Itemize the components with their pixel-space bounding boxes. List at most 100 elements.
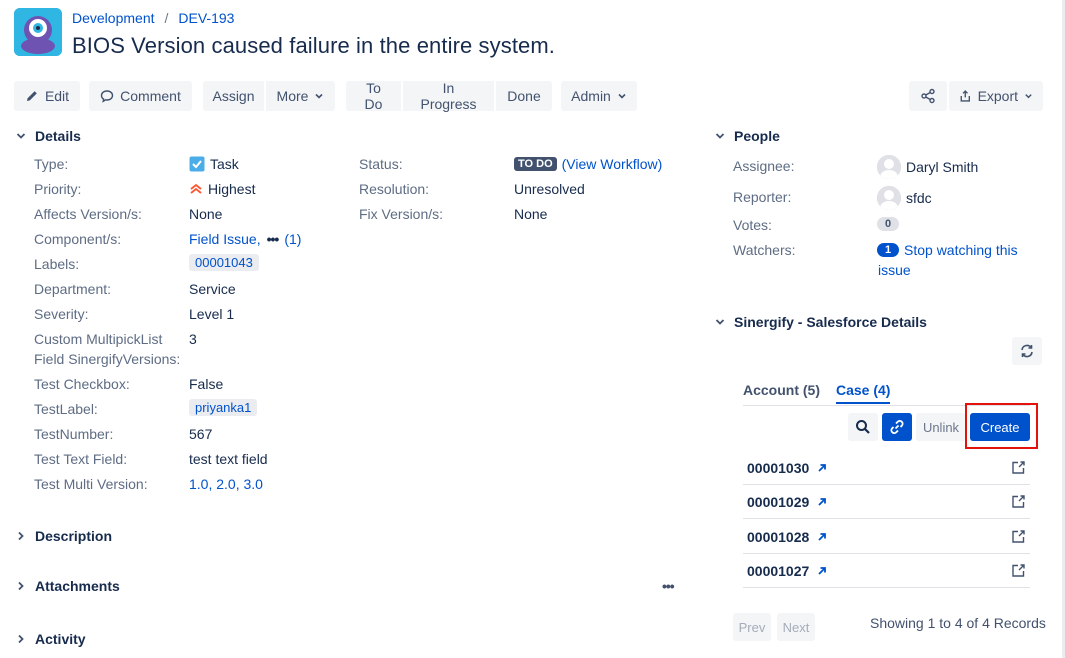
breadcrumb: Development / DEV-193 xyxy=(72,10,234,26)
case-id[interactable]: 00001028 xyxy=(747,529,827,545)
prev-button[interactable]: Prev xyxy=(733,613,771,641)
component-link[interactable]: Field Issue, xyxy=(189,231,261,247)
refresh-button[interactable] xyxy=(1012,337,1042,365)
sinergify-heading: Sinergify - Salesforce Details xyxy=(734,314,927,330)
case-number: 00001028 xyxy=(747,528,810,545)
list-item[interactable]: 00001027 xyxy=(743,554,1030,588)
list-item[interactable]: 00001029 xyxy=(743,485,1030,519)
testnumber-label: TestNumber: xyxy=(34,426,114,442)
link-icon xyxy=(890,420,904,434)
attachments-more-icon[interactable]: ••• xyxy=(662,578,675,594)
create-button[interactable]: Create xyxy=(970,413,1030,441)
edit-label: Edit xyxy=(44,88,70,104)
breadcrumb-project-link[interactable]: Development xyxy=(72,10,155,26)
link-button[interactable] xyxy=(882,413,912,441)
department-value: Service xyxy=(189,281,236,297)
next-button[interactable]: Next xyxy=(777,613,815,641)
share-button[interactable] xyxy=(909,81,947,111)
open-external-icon[interactable] xyxy=(1010,460,1026,476)
priority-value: Highest xyxy=(189,181,255,197)
ellipsis-icon[interactable]: ••• xyxy=(267,231,280,247)
test-checkbox-label: Test Checkbox: xyxy=(34,376,130,392)
people-toggle[interactable]: People xyxy=(714,128,780,144)
status-value: TO DO (View Workflow) xyxy=(514,156,662,172)
component-value: Field Issue, ••• (1) xyxy=(189,231,301,247)
edit-button[interactable]: Edit xyxy=(14,81,80,111)
breadcrumb-separator: / xyxy=(164,10,169,26)
assignee-value[interactable]: Daryl Smith xyxy=(877,155,978,179)
done-button[interactable]: Done xyxy=(496,81,552,111)
assign-button[interactable]: Assign xyxy=(203,81,264,111)
arrow-up-right-icon xyxy=(818,497,827,506)
export-label: Export xyxy=(977,88,1019,104)
custom-multipick-value: 3 xyxy=(189,331,197,347)
reporter-value[interactable]: sfdc xyxy=(877,186,932,210)
severity-value: Level 1 xyxy=(189,306,235,322)
test-multi-version-value: 1.0, 2.0, 3.0 xyxy=(189,476,263,492)
chevron-right-icon xyxy=(18,581,24,591)
open-external-icon[interactable] xyxy=(1010,494,1026,510)
task-checkbox-icon xyxy=(189,156,205,172)
view-workflow-link[interactable]: (View Workflow) xyxy=(562,156,663,172)
custom-multipick-label-line1: Custom MultipickList xyxy=(34,331,163,347)
case-id[interactable]: 00001027 xyxy=(747,563,827,579)
chevron-down-icon xyxy=(715,133,725,139)
avatar xyxy=(877,186,901,210)
stop-watching-link[interactable]: Stop watching this xyxy=(904,242,1018,258)
project-avatar xyxy=(14,8,62,56)
chevron-down-icon xyxy=(618,93,626,99)
more-label: More xyxy=(276,88,309,104)
pencil-icon xyxy=(26,91,37,101)
tab-account[interactable]: Account (5) xyxy=(743,382,820,402)
watchers-count-badge: 1 xyxy=(877,243,899,257)
labels-value: 00001043 xyxy=(189,254,259,271)
attachments-heading: Attachments xyxy=(35,578,120,594)
details-toggle[interactable]: Details xyxy=(15,128,81,144)
chevron-down-icon xyxy=(16,133,26,139)
activity-heading: Activity xyxy=(35,631,86,647)
export-icon xyxy=(960,90,970,102)
testlabel-chip[interactable]: priyanka1 xyxy=(189,399,258,416)
case-id[interactable]: 00001030 xyxy=(747,460,827,476)
breadcrumb-issue-link[interactable]: DEV-193 xyxy=(178,10,234,26)
description-heading: Description xyxy=(35,528,113,544)
admin-label: Admin xyxy=(571,88,611,104)
share-icon xyxy=(921,88,935,104)
case-number: 00001030 xyxy=(747,459,810,476)
tab-case[interactable]: Case (4) xyxy=(836,382,891,404)
open-external-icon[interactable] xyxy=(1010,529,1026,545)
list-item[interactable]: 00001030 xyxy=(743,451,1030,485)
watchers-value: 1 Stop watching this xyxy=(877,242,1018,258)
description-toggle[interactable]: Description xyxy=(15,528,112,544)
issue-title[interactable]: BIOS Version caused failure in the entir… xyxy=(72,33,555,59)
label-chip[interactable]: 00001043 xyxy=(189,254,259,271)
reporter-label: Reporter: xyxy=(733,189,792,205)
affects-version-value: None xyxy=(189,206,223,222)
in-progress-button[interactable]: In Progress xyxy=(403,80,494,112)
search-button[interactable] xyxy=(848,413,878,441)
multi-version-links[interactable]: 1.0, 2.0, 3.0 xyxy=(189,476,263,492)
case-id[interactable]: 00001029 xyxy=(747,494,827,510)
details-heading: Details xyxy=(35,128,81,144)
assignee-label: Assignee: xyxy=(733,158,795,174)
records-summary: Showing 1 to 4 of 4 Records xyxy=(870,615,1046,631)
labels-label: Labels: xyxy=(34,256,80,272)
sinergify-toggle[interactable]: Sinergify - Salesforce Details xyxy=(714,314,927,330)
comment-button[interactable]: Comment xyxy=(89,81,192,111)
open-external-icon[interactable] xyxy=(1010,563,1026,579)
stop-watching-link-line2[interactable]: issue xyxy=(878,262,911,278)
unlink-button[interactable]: Unlink xyxy=(916,413,966,441)
more-button[interactable]: More xyxy=(266,81,335,111)
arrow-up-right-icon xyxy=(818,532,827,541)
department-label: Department: xyxy=(34,281,112,297)
export-button[interactable]: Export xyxy=(949,81,1043,111)
priority-text: Highest xyxy=(208,181,256,197)
admin-button[interactable]: Admin xyxy=(561,81,637,111)
component-more-link[interactable]: (1) xyxy=(284,231,301,247)
votes-value[interactable]: 0 xyxy=(877,217,899,231)
attachments-toggle[interactable]: Attachments xyxy=(15,578,120,594)
to-do-button[interactable]: To Do xyxy=(346,80,401,112)
activity-toggle[interactable]: Activity xyxy=(15,631,86,647)
avatar xyxy=(877,155,901,179)
list-item[interactable]: 00001028 xyxy=(743,520,1030,554)
